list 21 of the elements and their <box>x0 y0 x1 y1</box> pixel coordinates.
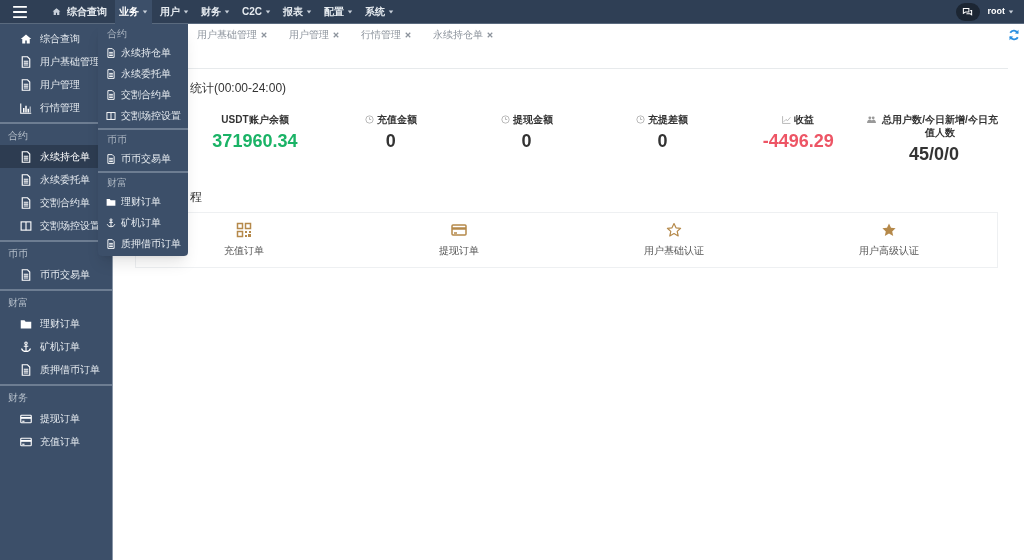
group-label: 币币 <box>106 133 128 147</box>
group-label: 财富 <box>7 296 29 310</box>
stat-value: -4496.29 <box>762 130 834 153</box>
stat-value: 0 <box>521 130 532 153</box>
stat-label: 收益 <box>794 113 815 126</box>
group-label: 合约 <box>7 129 29 143</box>
stat-value: 0 <box>657 130 668 153</box>
group-label: 财富 <box>106 176 128 190</box>
stat-label: 充值金额 <box>376 113 417 126</box>
stat-value: 0 <box>385 130 396 153</box>
group-label: 财务 <box>7 391 29 405</box>
stat-value: 45/0/0 <box>909 143 960 166</box>
group-label: 合约 <box>106 27 128 41</box>
stat-label: 充提差额 <box>648 113 689 126</box>
stat-label: 总用户数/今日新增/今日充值人数 <box>880 113 999 139</box>
section-title: 程 <box>190 189 203 206</box>
stat-label: 提现金额 <box>512 113 553 126</box>
group-label: 币币 <box>7 247 29 261</box>
stat-label: USDT账户余额 <box>221 113 289 126</box>
stat-value: 371960.34 <box>212 130 298 153</box>
section-title: 统计(00:00-24:00) <box>190 80 288 97</box>
